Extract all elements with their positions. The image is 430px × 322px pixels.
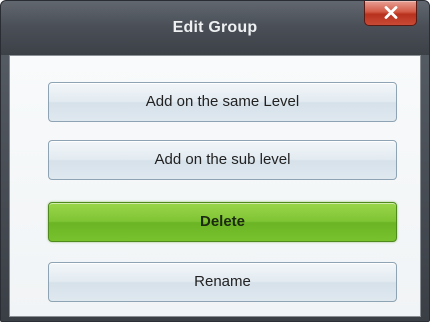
- close-icon: [384, 6, 398, 19]
- add-sub-level-button[interactable]: Add on the sub level: [48, 140, 397, 180]
- dialog-content: Add on the same Level Add on the sub lev…: [9, 55, 421, 317]
- delete-button[interactable]: Delete: [48, 202, 397, 242]
- rename-button[interactable]: Rename: [48, 262, 397, 302]
- edit-group-dialog: Edit Group Add on the same Level Add on …: [0, 0, 430, 322]
- title-bar[interactable]: Edit Group: [1, 1, 429, 55]
- add-same-level-button[interactable]: Add on the same Level: [48, 82, 397, 122]
- close-button[interactable]: [364, 1, 417, 26]
